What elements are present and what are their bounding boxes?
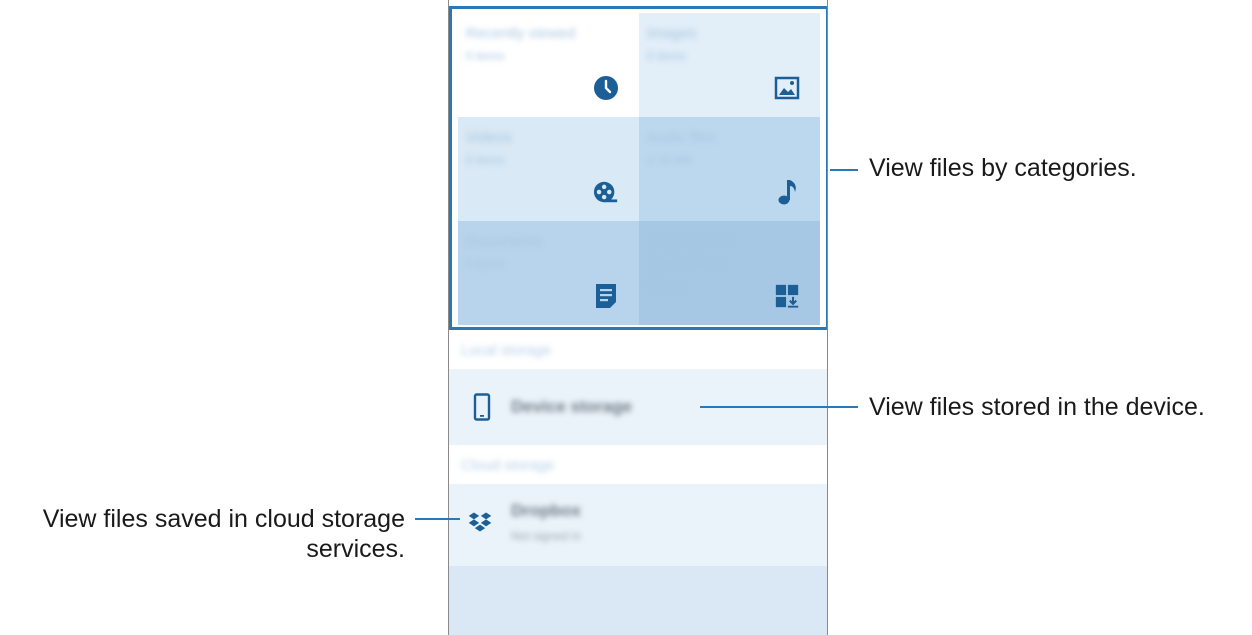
category-grid: Recently viewed 0 items Images 0 items V… bbox=[458, 13, 820, 325]
category-label: Images bbox=[647, 25, 697, 42]
category-count: 0 items bbox=[466, 257, 505, 271]
document-icon bbox=[593, 283, 619, 309]
video-reel-icon bbox=[593, 179, 619, 205]
category-downloaded-applications[interactable]: Downloaded applications 0 items bbox=[639, 221, 820, 325]
callout-cloud: View files saved in cloud storage servic… bbox=[43, 504, 405, 564]
category-label: Recently viewed bbox=[466, 25, 576, 42]
callout-cloud-line2: services. bbox=[306, 535, 405, 563]
image-icon bbox=[774, 75, 800, 101]
dropbox-row[interactable]: Dropbox Not signed in bbox=[449, 484, 827, 566]
cloud-storage-header: Cloud storage bbox=[449, 448, 827, 484]
dropbox-status: Not signed in bbox=[511, 529, 582, 543]
category-count: 0 items bbox=[466, 49, 505, 63]
phone-icon bbox=[469, 392, 495, 422]
clock-icon bbox=[593, 75, 619, 101]
category-label: Audio files bbox=[647, 129, 717, 146]
category-count: 0 items bbox=[647, 279, 686, 293]
category-count: 2.16 MB bbox=[647, 153, 692, 167]
category-label: Documents bbox=[466, 233, 542, 250]
callout-device: View files stored in the device. bbox=[869, 393, 1205, 421]
dropbox-icon bbox=[467, 507, 493, 537]
device-storage-label: Device storage bbox=[511, 397, 632, 416]
category-documents[interactable]: Documents 0 items bbox=[458, 221, 639, 325]
callout-line-device bbox=[700, 406, 858, 408]
category-label: Downloaded applications bbox=[647, 233, 731, 272]
category-grid-highlight: Recently viewed 0 items Images 0 items V… bbox=[449, 6, 827, 330]
callout-cloud-line1: View files saved in cloud storage bbox=[42, 505, 405, 533]
callout-line-cloud bbox=[415, 518, 460, 520]
local-storage-header: Local storage bbox=[449, 333, 827, 369]
empty-area bbox=[449, 566, 827, 635]
category-videos[interactable]: Videos 0 items bbox=[458, 117, 639, 221]
music-note-icon bbox=[774, 179, 800, 205]
category-count: 0 items bbox=[647, 49, 686, 63]
callout-categories: View files by categories. bbox=[869, 154, 1137, 182]
callout-line-categories bbox=[830, 169, 858, 171]
my-files-screen: Recently viewed 0 items Images 0 items V… bbox=[448, 0, 828, 635]
dropbox-label: Dropbox bbox=[511, 501, 581, 520]
category-audio-files[interactable]: Audio files 2.16 MB bbox=[639, 117, 820, 221]
category-images[interactable]: Images 0 items bbox=[639, 13, 820, 117]
category-recently-viewed[interactable]: Recently viewed 0 items bbox=[458, 13, 639, 117]
download-app-icon bbox=[774, 283, 800, 309]
category-label: Videos bbox=[466, 129, 512, 146]
category-count: 0 items bbox=[466, 153, 505, 167]
